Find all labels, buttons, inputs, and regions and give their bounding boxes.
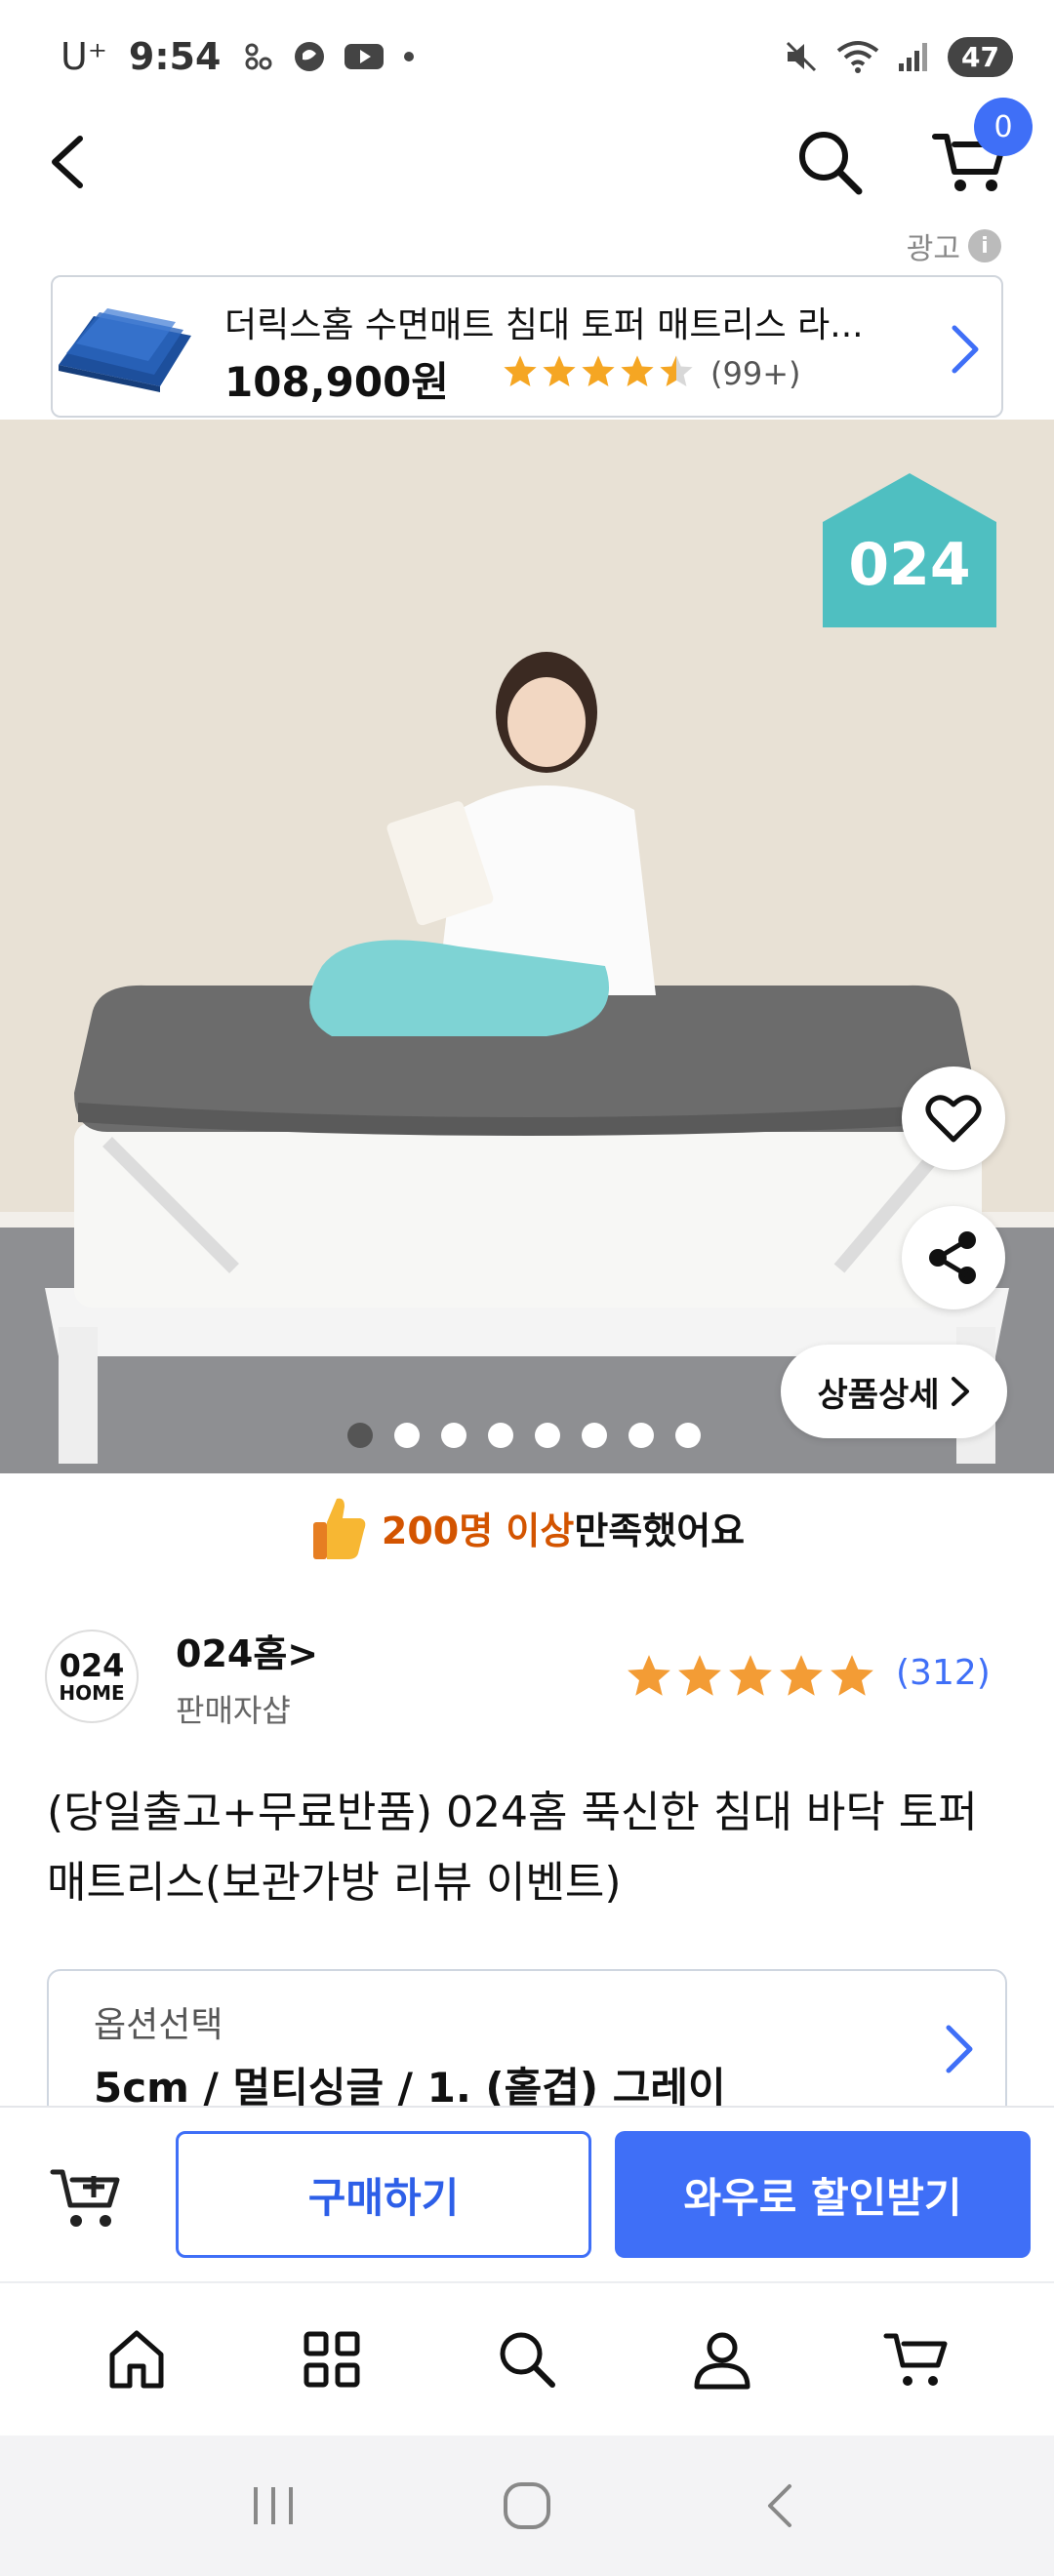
chevron-right-icon <box>946 2025 973 2073</box>
search-icon <box>799 132 863 195</box>
star-icon <box>729 1655 772 1696</box>
sync-icon <box>245 43 272 70</box>
seller-rating-stars[interactable] <box>625 1652 876 1701</box>
seller-logo-line2: HOME <box>59 1681 125 1705</box>
star-icon <box>543 355 576 387</box>
product-detail-label: 상품상세 <box>817 1375 940 1415</box>
tab-search[interactable] <box>483 2315 571 2403</box>
ad-product-thumbnail <box>59 308 191 392</box>
chevron-right-icon <box>952 325 979 374</box>
app-header <box>0 113 1054 211</box>
seller-name-chevron: > <box>287 1632 319 1675</box>
star-icon <box>628 1655 670 1696</box>
home-system-button[interactable] <box>488 2467 566 2545</box>
chevron-right-icon <box>951 1377 969 1406</box>
purchase-action-bar: 구매하기 와우로 할인받기 <box>0 2106 1054 2281</box>
search-icon <box>500 2332 555 2388</box>
product-title: (당일출고+무료반품) 024홈 푹신한 침대 바닥 토퍼 매트리스(보관가방 … <box>47 1788 978 1908</box>
seller-logo[interactable]: 024 HOME <box>45 1630 139 1723</box>
tab-home[interactable] <box>93 2315 181 2403</box>
star-icon <box>621 355 654 387</box>
info-icon[interactable]: i <box>968 229 1001 262</box>
wow-discount-button[interactable]: 와우로 할인받기 <box>615 2131 1031 2258</box>
seller-type: 판매자샵 <box>176 1692 291 1729</box>
tab-my-page[interactable] <box>678 2315 766 2403</box>
star-icon <box>582 355 615 387</box>
back-arrow-icon <box>768 2484 791 2527</box>
add-cart-icon <box>50 2169 120 2227</box>
wifi-icon <box>836 41 879 73</box>
brand-logo-badge: 024 <box>823 473 996 627</box>
bottom-tab-bar <box>0 2281 1054 2435</box>
carousel-dot[interactable] <box>628 1423 654 1448</box>
ad-rating-stars <box>502 353 695 390</box>
ad-title: 더릭스홈 수면매트 침대 토퍼 매트리스 라... <box>224 305 864 345</box>
seller-review-count[interactable]: (312) <box>896 1653 991 1693</box>
brand-badge-text: 024 <box>848 531 970 599</box>
add-to-cart-button[interactable] <box>49 2162 127 2240</box>
product-image-carousel[interactable]: 024 상품상세 <box>0 420 1054 1473</box>
carousel-dot[interactable] <box>582 1423 607 1448</box>
star-icon <box>678 1655 721 1696</box>
mute-icon <box>786 41 817 72</box>
like-button[interactable] <box>902 1067 1005 1170</box>
clock: 9:54 <box>128 35 222 78</box>
star-icon <box>504 355 537 387</box>
home-icon <box>109 2330 164 2389</box>
notification-icons <box>242 40 416 73</box>
recent-apps-button[interactable] <box>234 2467 312 2545</box>
satisfaction-text: 만족했어요 <box>574 1509 746 1552</box>
cart-icon <box>883 2333 948 2386</box>
option-label: 옵션선택 <box>94 2005 223 2045</box>
product-detail-button[interactable]: 상품상세 <box>781 1345 1007 1438</box>
chevron-left-icon <box>52 136 83 188</box>
carousel-dot[interactable] <box>441 1423 466 1448</box>
share-icon <box>929 1231 976 1284</box>
share-button[interactable] <box>902 1206 1005 1309</box>
ad-price: 108,900원 <box>224 358 449 406</box>
recent-apps-icon <box>254 2487 293 2524</box>
youtube-icon <box>345 44 385 69</box>
carousel-dot[interactable] <box>394 1423 420 1448</box>
ad-banner[interactable]: 더릭스홈 수면매트 침대 토퍼 매트리스 라... 108,900원 (99+) <box>51 275 1003 418</box>
system-navigation-bar <box>0 2435 1054 2576</box>
dot-icon <box>404 52 415 61</box>
status-right: 47 <box>784 36 1013 77</box>
search-button[interactable] <box>790 123 869 201</box>
seller-name: 024홈 <box>176 1632 288 1675</box>
status-bar: U⁺ 9:54 47 <box>0 0 1054 113</box>
ad-review-count: (99+) <box>710 355 801 392</box>
buy-now-button[interactable]: 구매하기 <box>176 2131 591 2258</box>
carousel-dot[interactable] <box>488 1423 513 1448</box>
star-icon <box>831 1655 873 1696</box>
star-icon <box>780 1655 823 1696</box>
tab-category[interactable] <box>288 2315 376 2403</box>
satisfaction-banner: 200명 이상 만족했어요 <box>0 1483 1054 1571</box>
carousel-dot[interactable] <box>535 1423 560 1448</box>
cart-count-badge: 0 <box>974 98 1033 156</box>
carousel-dot[interactable] <box>347 1423 373 1448</box>
signal-icon <box>899 43 928 71</box>
carrier-label: U⁺ <box>61 35 107 78</box>
back-button[interactable] <box>41 131 100 193</box>
heart-icon <box>925 1095 982 1143</box>
tab-cart[interactable] <box>873 2315 961 2403</box>
profile-icon <box>694 2332 750 2390</box>
ad-label-text: 광고 <box>906 232 960 266</box>
battery-indicator: 47 <box>948 36 1013 77</box>
carousel-dots <box>347 1423 701 1448</box>
category-grid-icon <box>304 2331 360 2388</box>
seller-logo-line1: 024 <box>59 1647 125 1684</box>
satisfaction-highlight: 200명 이상 <box>381 1509 575 1552</box>
home-circle-icon <box>504 2482 550 2529</box>
seller-name-link[interactable]: 024홈> <box>176 1624 318 1677</box>
s-app-icon <box>295 42 325 71</box>
status-left: U⁺ 9:54 <box>61 35 416 78</box>
carousel-dot[interactable] <box>675 1423 701 1448</box>
ad-label[interactable]: 광고 i <box>907 224 1001 267</box>
system-back-button[interactable] <box>742 2467 820 2545</box>
star-icon <box>660 355 693 387</box>
thumbs-up-icon <box>312 1498 366 1559</box>
